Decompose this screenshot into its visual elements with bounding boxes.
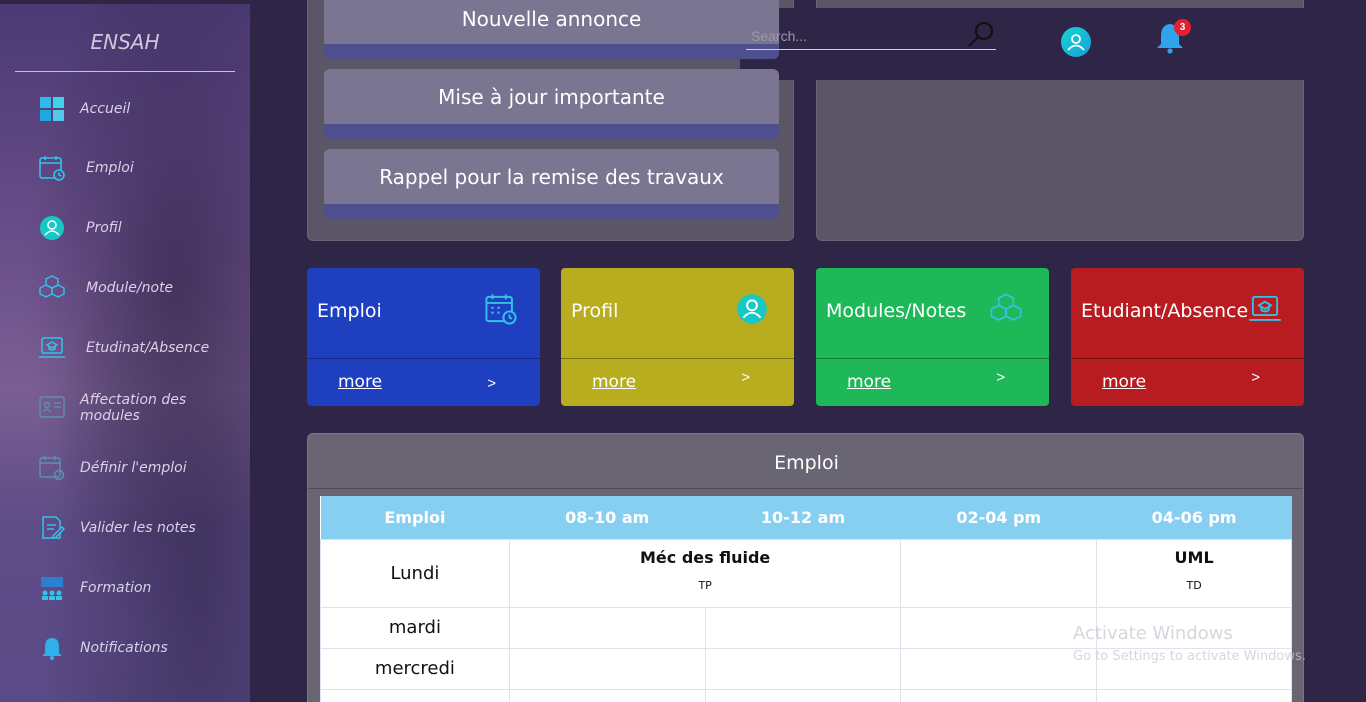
notification-count-badge: 3 (1174, 19, 1191, 36)
sidebar-item-label: Emploi (86, 160, 134, 176)
schedule-table: Emploi 08-10 am 10-12 am 02-04 pm 04-06 … (320, 496, 1292, 702)
calendar-icon (38, 154, 66, 182)
activation-watermark-text: Go to Settings to activate Windows. (1073, 649, 1306, 664)
assign-icon (38, 394, 66, 422)
calendar-edit-icon (38, 454, 66, 482)
card-title: Etudiant/Absence (1081, 300, 1249, 322)
table-row: Lundi Méc des fluide TP UML TD (320, 538, 1292, 608)
sidebar-item-etudiant-absence[interactable]: Etudinat/Absence (38, 333, 209, 363)
search-input[interactable] (746, 22, 956, 50)
course-cell[interactable]: UML TD (1096, 538, 1292, 608)
user-icon (1067, 34, 1085, 51)
sidebar-item-valider-notes[interactable]: Valider les notes (38, 513, 196, 543)
empty-cell (900, 647, 1098, 690)
sidebar-item-label: Formation (80, 580, 152, 596)
announcement-text: Nouvelle annonce (461, 6, 642, 31)
laptop-student-icon (1248, 292, 1282, 331)
sidebar-item-label: Accueil (80, 101, 131, 117)
announcement-footer (324, 44, 779, 59)
chevron-right-icon[interactable]: > (1251, 369, 1260, 386)
sidebar-item-definir-emploi[interactable]: Définir l'emploi (38, 453, 187, 483)
day-cell: mardi (320, 606, 510, 649)
sidebar-item-emploi[interactable]: Emploi (38, 153, 134, 183)
sidebar-item-label: Définir l'emploi (80, 460, 187, 476)
sidebar-item-label: Valider les notes (80, 520, 196, 536)
dashboard-icon (38, 95, 66, 123)
sidebar-item-formation[interactable]: Formation (38, 573, 151, 603)
bell-icon (38, 634, 66, 662)
empty-cell (508, 647, 706, 690)
cubes-icon (38, 274, 66, 302)
user-icon (736, 293, 768, 330)
sidebar-item-label: Module/note (86, 280, 174, 296)
card-etudiant-absence: Etudiant/Absence more > (1071, 268, 1304, 406)
column-header: 10-12 am (705, 496, 901, 539)
calendar-icon (484, 292, 518, 331)
search-bar (746, 21, 996, 50)
day-cell: Lundi (320, 538, 510, 608)
card-title: Profil (571, 300, 619, 322)
sidebar-item-label: Notifications (80, 640, 168, 656)
user-icon (38, 214, 66, 242)
table-row (320, 688, 1292, 702)
announcement-text: Rappel pour la remise des travaux (379, 164, 724, 189)
sidebar-item-profil[interactable]: Profil (38, 213, 122, 243)
card-title: Emploi (317, 300, 382, 322)
course-cell[interactable]: Méc des fluide TP (508, 538, 902, 608)
chevron-right-icon[interactable]: > (741, 369, 750, 386)
card-emploi: Emploi more > (307, 268, 540, 406)
column-header: 08-10 am (509, 496, 706, 539)
user-avatar[interactable] (1061, 27, 1091, 57)
sidebar-item-module-note[interactable]: Module/note (38, 273, 173, 303)
cubes-icon (989, 292, 1023, 331)
column-header: 04-06 pm (1096, 496, 1292, 539)
brand-divider (15, 71, 235, 72)
sidebar-item-affectation-modules[interactable]: Affectation des modules (38, 392, 250, 424)
brand-title: ENSAH (90, 30, 160, 54)
announcement-item[interactable]: Mise à jour importante (324, 69, 779, 139)
card-title: Modules/Notes (826, 300, 967, 322)
search-icon[interactable] (966, 20, 996, 55)
course-type: TP (698, 578, 712, 592)
sidebar-item-label: Etudinat/Absence (86, 340, 210, 356)
empty-cell (900, 538, 1098, 608)
column-header: 02-04 pm (900, 496, 1097, 539)
empty-cell (508, 606, 706, 649)
schedule-title: Emploi (774, 452, 839, 474)
announcement-footer (324, 204, 779, 219)
card-modules-notes: Modules/Notes more > (816, 268, 1049, 406)
announcement-item[interactable]: Nouvelle annonce (324, 0, 779, 59)
more-link[interactable]: more (592, 372, 636, 392)
empty-cell (704, 606, 902, 649)
sidebar-item-label: Affectation des modules (80, 392, 187, 424)
course-name: UML (1174, 547, 1214, 567)
document-edit-icon (38, 514, 66, 542)
announcement-item[interactable]: Rappel pour la remise des travaux (324, 149, 779, 219)
day-cell: mercredi (320, 647, 510, 690)
chevron-right-icon[interactable]: > (487, 375, 496, 392)
chevron-right-icon[interactable]: > (996, 369, 1005, 386)
card-profil: Profil more > (561, 268, 794, 406)
training-icon (38, 574, 66, 602)
sidebar-item-notifications[interactable]: Notifications (38, 633, 168, 663)
sidebar-item-accueil[interactable]: Accueil (38, 94, 130, 124)
more-link[interactable]: more (847, 372, 891, 392)
empty-cell (704, 647, 902, 690)
schedule-divider (308, 488, 1303, 489)
announcement-footer (324, 124, 779, 139)
table-header-row: Emploi 08-10 am 10-12 am 02-04 pm 04-06 … (320, 496, 1292, 539)
announcement-text: Mise à jour importante (438, 84, 665, 109)
sidebar-item-label: Profil (86, 220, 122, 236)
more-link[interactable]: more (1102, 372, 1146, 392)
sidebar: ENSAH Accueil Emploi Profil Module/note … (0, 4, 250, 702)
column-header: Emploi (320, 496, 510, 539)
course-name: Méc des fluide (639, 547, 771, 567)
more-link[interactable]: more (338, 372, 382, 392)
laptop-student-icon (38, 334, 66, 362)
course-type: TD (1186, 578, 1202, 592)
activation-watermark-title: Activate Windows (1073, 623, 1233, 644)
empty-cell (900, 606, 1098, 649)
